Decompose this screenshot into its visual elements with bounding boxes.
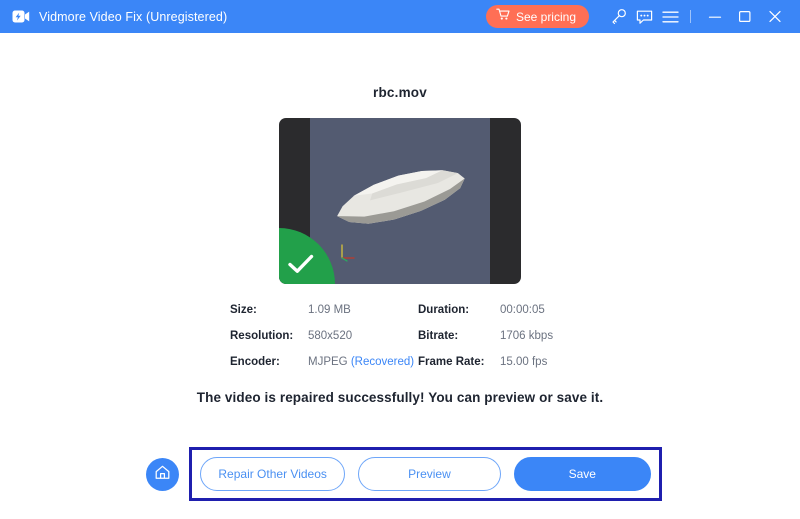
file-name-label: rbc.mov (373, 85, 427, 100)
metadata-label-bitrate: Bitrate: (418, 330, 500, 342)
rendered-blob-shape (326, 154, 474, 239)
axis-gizmo-icon (338, 240, 360, 262)
home-icon (154, 464, 171, 486)
metadata-label-framerate: Frame Rate: (418, 356, 500, 368)
titlebar-controls: See pricing (486, 4, 790, 30)
shopping-cart-icon (496, 8, 510, 26)
see-pricing-label: See pricing (516, 10, 576, 24)
metadata-value-encoder: MJPEG (Recovered) (308, 356, 418, 368)
metadata-label-resolution: Resolution: (230, 330, 308, 342)
titlebar-separator (690, 10, 691, 23)
see-pricing-button[interactable]: See pricing (486, 5, 589, 28)
video-thumbnail[interactable] (279, 118, 521, 284)
metadata-label-size: Size: (230, 304, 308, 316)
footer-actions: Repair Other Videos Preview Save (0, 447, 800, 503)
key-icon[interactable] (605, 4, 631, 30)
video-frame (310, 118, 490, 284)
action-buttons-highlight: Repair Other Videos Preview Save (189, 447, 662, 501)
save-button[interactable]: Save (514, 457, 651, 491)
metadata-value-size: 1.09 MB (308, 304, 418, 316)
metadata-label-duration: Duration: (418, 304, 500, 316)
success-message: The video is repaired successfully! You … (197, 390, 603, 405)
encoder-name: MJPEG (308, 356, 348, 368)
metadata-value-bitrate: 1706 kbps (500, 330, 570, 342)
metadata-grid: Size: 1.09 MB Duration: 00:00:05 Resolut… (230, 304, 570, 368)
hamburger-menu-icon[interactable] (657, 4, 683, 30)
video-camera-logo-icon (12, 9, 30, 24)
repair-other-videos-button[interactable]: Repair Other Videos (200, 457, 345, 491)
maximize-icon[interactable] (730, 4, 760, 30)
minimize-icon[interactable] (700, 4, 730, 30)
speech-bubble-icon[interactable] (631, 4, 657, 30)
app-title: Vidmore Video Fix (Unregistered) (39, 10, 227, 24)
close-icon[interactable] (760, 4, 790, 30)
metadata-value-duration: 00:00:05 (500, 304, 570, 316)
metadata-value-resolution: 580x520 (308, 330, 418, 342)
metadata-value-framerate: 15.00 fps (500, 356, 570, 368)
main-content: rbc.mov (0, 33, 800, 519)
title-bar: Vidmore Video Fix (Unregistered) See pri… (0, 0, 800, 33)
home-button[interactable] (146, 458, 179, 491)
recovered-badge: (Recovered) (351, 356, 414, 368)
preview-button[interactable]: Preview (358, 457, 500, 491)
app-window: Vidmore Video Fix (Unregistered) See pri… (0, 0, 800, 519)
metadata-label-encoder: Encoder: (230, 356, 308, 368)
app-brand: Vidmore Video Fix (Unregistered) (12, 9, 227, 24)
